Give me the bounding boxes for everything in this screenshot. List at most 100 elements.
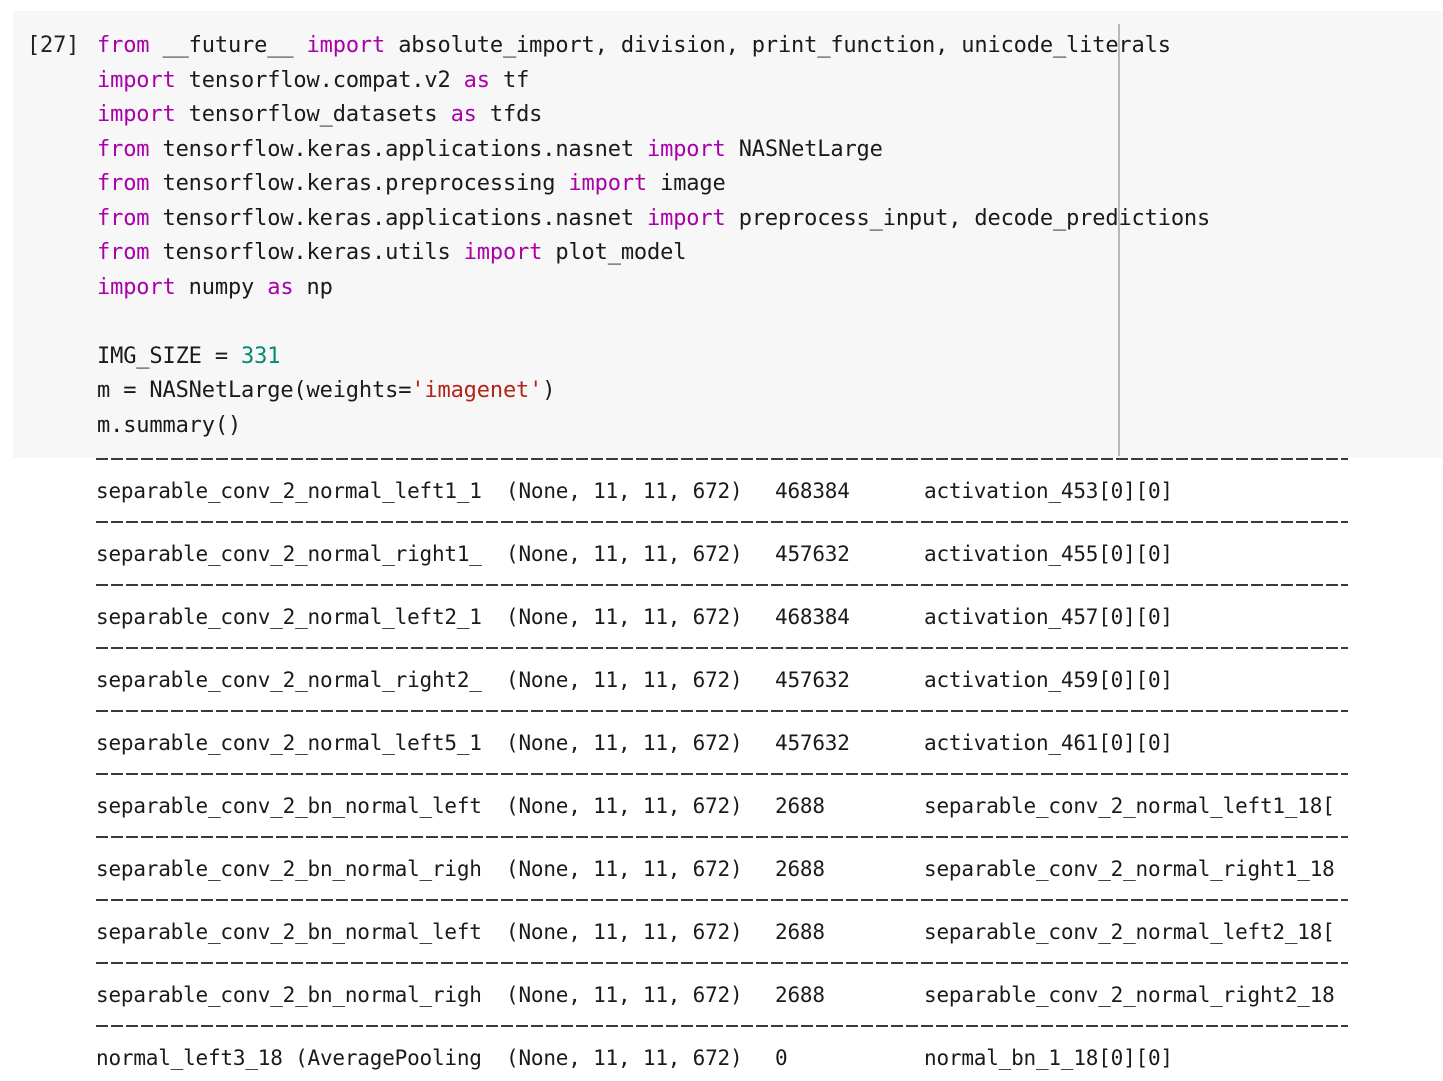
code-line: import numpy as np: [97, 271, 1443, 306]
layer-name-cell: separable_conv_2_bn_normal_left: [96, 794, 482, 818]
code-token-kw: as: [267, 274, 307, 300]
code-line: from tensorflow.keras.utils import plot_…: [97, 236, 1443, 271]
code-line: IMG_SIZE = 331: [97, 340, 1443, 375]
code-token-pln: tf: [502, 67, 530, 93]
output-shape-cell: (None, 11, 11, 672): [506, 605, 743, 629]
output-shape-cell: (None, 11, 11, 672): [506, 479, 743, 503]
code-token-pln: m.summary(): [97, 412, 242, 438]
code-token-pln: tensorflow.compat.v2: [188, 67, 464, 93]
cell-output-area: separable_conv_2_normal_left1_1 (None, 11…: [0, 458, 1443, 1081]
code-input-cell[interactable]: [27] from __future__ import absolute_imp…: [13, 11, 1443, 458]
output-shape-cell: (None, 11, 11, 672): [506, 542, 743, 566]
table-row: separable_conv_2_normal_left1_1 (None, 11…: [96, 460, 1443, 521]
layer-name-cell: separable_conv_2_normal_left5_1: [96, 731, 482, 755]
code-token-pln: __future__: [162, 33, 307, 58]
code-token-kw: from: [97, 240, 163, 265]
connected-to-cell: separable_conv_2_normal_right2_18: [924, 983, 1335, 1007]
connected-to-cell: activation_453[0][0]: [924, 479, 1173, 503]
table-row: separable_conv_2_bn_normal_righ (None, 11…: [96, 964, 1443, 1025]
code-line: from tensorflow.keras.applications.nasne…: [97, 133, 1443, 168]
code-line: m.summary(): [97, 409, 1443, 444]
code-token-pln: absolute_import, division, print_functio…: [398, 33, 1171, 58]
connected-to-cell: activation_459[0][0]: [924, 668, 1173, 692]
model-summary-table: separable_conv_2_normal_left1_1 (None, 11…: [96, 458, 1443, 1081]
param-count-cell: 0: [775, 1046, 788, 1070]
code-line: m = NASNetLarge(weights='imagenet'): [97, 374, 1443, 409]
connected-to-cell: normal_bn_1_18[0][0]: [924, 1046, 1173, 1070]
code-token-kw: import: [568, 171, 661, 196]
code-token-pln: numpy: [188, 274, 268, 300]
layer-name-cell: separable_conv_2_normal_right1_: [96, 542, 482, 566]
code-token-pln: image: [660, 171, 726, 196]
code-token-kw: import: [306, 33, 399, 58]
code-line: from tensorflow.keras.applications.nasne…: [97, 202, 1443, 237]
param-count-cell: 457632: [775, 668, 850, 692]
param-count-cell: 2688: [775, 920, 825, 944]
code-token-kw: as: [450, 102, 490, 127]
code-token-pln: NASNetLarge: [738, 136, 883, 162]
code-token-pln: tensorflow.keras.utils: [162, 240, 464, 265]
layer-name-cell: normal_left3_18 (AveragePooling: [96, 1046, 482, 1070]
notebook-cell-view: [27] from __future__ import absolute_imp…: [0, 0, 1443, 1081]
connected-to-cell: activation_457[0][0]: [924, 605, 1173, 629]
code-token-kw: import: [97, 274, 189, 300]
code-token-kw: import: [97, 102, 189, 127]
output-shape-cell: (None, 11, 11, 672): [506, 857, 743, 881]
connected-to-cell: separable_conv_2_normal_left1_18[: [924, 794, 1335, 818]
code-line: import tensorflow.compat.v2 as tf: [97, 64, 1443, 99]
code-token-kw: from: [97, 205, 163, 231]
code-token-kw: import: [647, 136, 739, 162]
param-count-cell: 2688: [775, 857, 825, 881]
code-token-kw: from: [97, 136, 163, 162]
param-count-cell: 468384: [775, 479, 850, 503]
code-token-pln: IMG_SIZE =: [97, 343, 242, 369]
layer-name-cell: separable_conv_2_bn_normal_righ: [96, 857, 482, 881]
code-token-str: 'imagenet': [411, 378, 543, 403]
layer-name-cell: separable_conv_2_normal_right2_: [96, 668, 482, 692]
code-token-kw: import: [647, 205, 739, 231]
table-row: separable_conv_2_normal_left2_1 (None, 11…: [96, 586, 1443, 647]
connected-to-cell: activation_455[0][0]: [924, 542, 1173, 566]
code-token-pln: plot_model: [555, 240, 687, 265]
text-cursor-ruler: [1118, 24, 1120, 456]
output-shape-cell: (None, 11, 11, 672): [506, 668, 743, 692]
connected-to-cell: activation_461[0][0]: [924, 731, 1173, 755]
output-shape-cell: (None, 11, 11, 672): [506, 731, 743, 755]
code-token-pln: tensorflow.keras.applications.nasnet: [162, 136, 648, 162]
code-token-pln: tfds: [489, 102, 543, 127]
table-row: separable_conv_2_normal_right2_ (None, 11…: [96, 649, 1443, 710]
code-token-pln: tensorflow.keras.applications.nasnet: [162, 205, 648, 231]
output-shape-cell: (None, 11, 11, 672): [506, 983, 743, 1007]
layer-name-cell: separable_conv_2_normal_left1_1: [96, 479, 482, 503]
table-row: separable_conv_2_normal_right1_ (None, 11…: [96, 523, 1443, 584]
code-token-kw: from: [97, 171, 163, 196]
execution-count-label: [27]: [27, 33, 80, 58]
code-token-pln: m = NASNetLarge(weights=: [97, 378, 412, 403]
layer-name-cell: separable_conv_2_normal_left2_1: [96, 605, 482, 629]
table-row: separable_conv_2_bn_normal_left (None, 11…: [96, 775, 1443, 836]
code-token-kw: import: [97, 67, 189, 93]
code-token-kw: import: [463, 240, 556, 265]
code-token-num: 331: [241, 343, 281, 369]
param-count-cell: 468384: [775, 605, 850, 629]
code-token-pln: preprocess_input, decode_predictions: [738, 205, 1211, 231]
connected-to-cell: separable_conv_2_normal_left2_18[: [924, 920, 1335, 944]
code-token-pln: tensorflow.keras.preprocessing: [162, 171, 569, 196]
table-row: separable_conv_2_bn_normal_righ (None, 11…: [96, 838, 1443, 899]
code-token-pln: ): [542, 378, 556, 403]
code-token-kw: from: [97, 33, 163, 58]
code-token-pln: np: [306, 274, 333, 300]
code-line: from __future__ import absolute_import, …: [97, 29, 1443, 64]
output-shape-cell: (None, 11, 11, 672): [506, 1046, 743, 1070]
code-line: import tensorflow_datasets as tfds: [97, 98, 1443, 133]
code-token-kw: as: [463, 67, 503, 93]
param-count-cell: 2688: [775, 983, 825, 1007]
code-editor[interactable]: from __future__ import absolute_import, …: [97, 29, 1443, 443]
param-count-cell: 457632: [775, 731, 850, 755]
table-row: normal_left3_18 (AveragePooling (None, 11…: [96, 1027, 1443, 1081]
connected-to-cell: separable_conv_2_normal_right1_18: [924, 857, 1335, 881]
code-token-pln: tensorflow_datasets: [188, 102, 451, 127]
param-count-cell: 2688: [775, 794, 825, 818]
layer-name-cell: separable_conv_2_bn_normal_righ: [96, 983, 482, 1007]
